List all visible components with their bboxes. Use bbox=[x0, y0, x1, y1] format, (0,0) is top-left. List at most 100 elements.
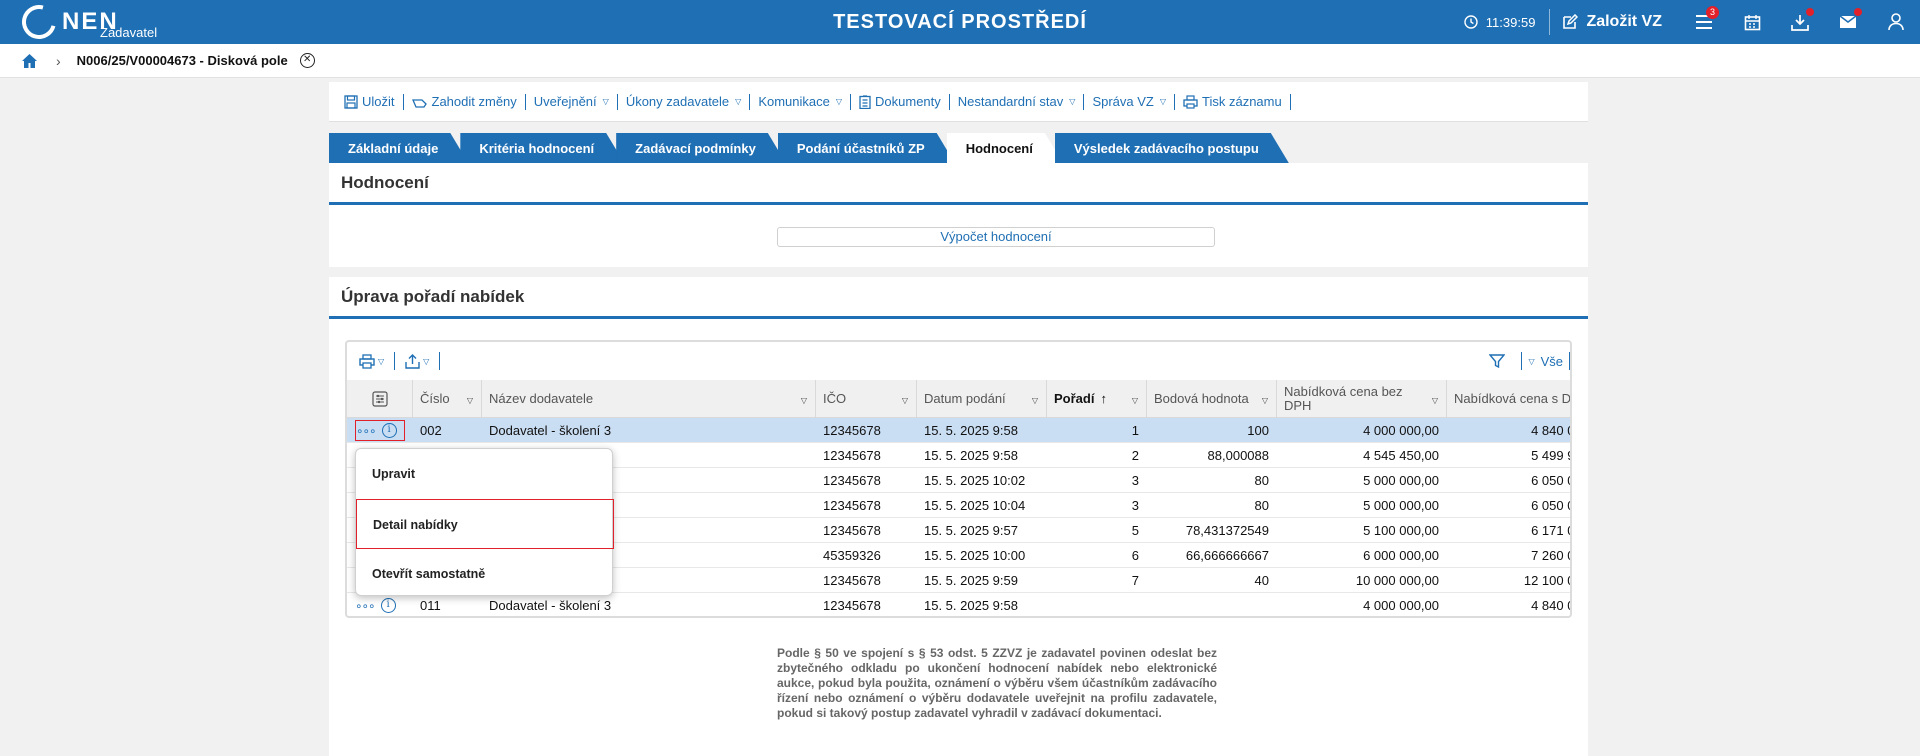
cell-ico: 12345678 bbox=[823, 598, 881, 613]
grid-print-button[interactable]: ▽ bbox=[355, 353, 388, 369]
table-row[interactable]: ∘∘∘ i 002 Dodavatel - školení 3 12345678 15. … bbox=[347, 418, 1570, 443]
publish-menu[interactable]: Uveřejnění ▽ bbox=[526, 94, 617, 109]
menu-item-edit[interactable]: Upravit bbox=[356, 449, 614, 499]
column-label: Nabídková cena bez DPH bbox=[1284, 384, 1403, 413]
menu-button[interactable]: 3 bbox=[1680, 0, 1728, 44]
home-icon[interactable] bbox=[21, 53, 38, 69]
contracting-actions-menu[interactable]: Úkony zadavatele ▽ bbox=[618, 94, 750, 109]
caret-down-icon: ▽ bbox=[1069, 97, 1076, 106]
cell-rank: 2 bbox=[1131, 448, 1139, 463]
communication-label: Komunikace bbox=[758, 94, 830, 109]
cell-ico: 12345678 bbox=[823, 473, 881, 488]
grid-export-button[interactable]: ▽ bbox=[401, 353, 433, 369]
export-icon bbox=[405, 353, 420, 369]
vz-management-menu[interactable]: Správa VZ ▽ bbox=[1084, 94, 1174, 109]
cell-price-with-vat: 6 171 000,00 bbox=[1531, 523, 1570, 538]
info-icon[interactable]: i bbox=[380, 598, 396, 613]
communication-menu[interactable]: Komunikace ▽ bbox=[750, 94, 850, 109]
cell-rank: 5 bbox=[1131, 523, 1139, 538]
print-record-button[interactable]: Tisk záznamu bbox=[1175, 94, 1290, 109]
info-icon[interactable]: i bbox=[381, 423, 397, 438]
messages-button[interactable] bbox=[1824, 0, 1872, 44]
filter-icon[interactable] bbox=[1489, 353, 1506, 369]
column-header-supplier-name[interactable]: Název dodavatele ▽ bbox=[482, 380, 816, 418]
row-context-menu: Upravit Detail nabídky Otevřít samostatn… bbox=[355, 448, 614, 599]
menu-item-open-separately[interactable]: Otevřít samostatně bbox=[356, 549, 614, 599]
cell-price-with-vat: 4 840 000,00 bbox=[1531, 423, 1570, 438]
close-icon[interactable]: ✕ bbox=[299, 53, 315, 68]
column-header-ico[interactable]: IČO ▽ bbox=[816, 380, 917, 418]
filter-caret-icon: ▽ bbox=[1431, 396, 1438, 405]
column-label: Číslo bbox=[420, 391, 450, 406]
column-label: Bodová hodnota bbox=[1154, 391, 1249, 406]
cell-rank: 1 bbox=[1131, 423, 1139, 438]
create-vz-button[interactable]: Založit VZ bbox=[1550, 13, 1680, 31]
tab-basic-data[interactable]: Základní údaje bbox=[329, 133, 468, 163]
tab-evaluation[interactable]: Hodnocení bbox=[947, 133, 1063, 163]
discard-icon bbox=[411, 98, 427, 108]
user-button[interactable] bbox=[1872, 0, 1920, 44]
cell-price-with-vat: 5 499 994,50 bbox=[1531, 448, 1570, 463]
clock-icon bbox=[1464, 15, 1478, 29]
column-label: Pořadí bbox=[1054, 391, 1095, 406]
cell-price-with-vat: 12 100 000,00 bbox=[1523, 573, 1570, 588]
column-header-price-with-vat[interactable]: Nabídková cena s DPH bbox=[1447, 380, 1570, 418]
discard-changes-button[interactable]: Zahodit změny bbox=[404, 94, 525, 109]
column-header-score[interactable]: Bodová hodnota ▽ bbox=[1147, 380, 1277, 418]
cell-price-without-vat: 6 000 000,00 bbox=[1363, 548, 1439, 563]
cell-price-without-vat: 4 000 000,00 bbox=[1363, 598, 1439, 613]
cell-score: 88,000088 bbox=[1207, 448, 1269, 463]
row-actions: ∘∘∘ i bbox=[355, 420, 405, 441]
column-label: IČO bbox=[823, 391, 847, 406]
action-toolbar: Uložit Zahodit změny Uveřejnění ▽ Úkony z… bbox=[329, 82, 1588, 122]
non-standard-state-menu[interactable]: Nestandardní stav ▽ bbox=[950, 94, 1084, 109]
documents-button[interactable]: Dokumenty bbox=[851, 94, 949, 109]
column-header-number[interactable]: Číslo ▽ bbox=[413, 380, 482, 418]
tab-procedure-result[interactable]: Výsledek zadávacího postupu bbox=[1055, 133, 1289, 163]
menu-badge: 3 bbox=[1706, 6, 1719, 19]
sort-ascending-icon: ↑ bbox=[1100, 391, 1107, 406]
calendar-icon bbox=[1744, 14, 1760, 30]
filter-all-dropdown[interactable]: ▽ Vše bbox=[1528, 354, 1563, 369]
calendar-button[interactable] bbox=[1728, 0, 1776, 44]
caret-down-icon: ▽ bbox=[378, 356, 385, 366]
documents-label: Dokumenty bbox=[875, 94, 941, 109]
caret-down-icon: ▽ bbox=[602, 97, 609, 106]
cell-score: 80 bbox=[1254, 473, 1269, 488]
column-header-rank[interactable]: Pořadí ↑ ▽ bbox=[1047, 380, 1147, 418]
save-label: Uložit bbox=[362, 94, 395, 109]
download-alert-dot bbox=[1806, 8, 1814, 16]
cell-price-with-vat: 6 050 000,00 bbox=[1531, 473, 1570, 488]
menu-item-offer-detail[interactable]: Detail nabídky bbox=[356, 499, 614, 549]
cell-ico: 12345678 bbox=[823, 573, 881, 588]
cell-ico: 45359326 bbox=[823, 548, 881, 563]
section-tabs: Základní údaje Kritéria hodnocení Zadáva… bbox=[329, 133, 1281, 163]
grid-toolbar-divider bbox=[439, 352, 441, 370]
column-header-price-without-vat[interactable]: Nabídková cena bez DPH ▽ bbox=[1277, 380, 1447, 418]
user-icon bbox=[1888, 13, 1904, 31]
tab-evaluation-criteria[interactable]: Kritéria hodnocení bbox=[460, 133, 624, 163]
discard-label: Zahodit změny bbox=[431, 94, 517, 109]
more-options-icon[interactable]: ∘∘∘ bbox=[355, 599, 376, 613]
tab-participant-submissions[interactable]: Podání účastníků ZP bbox=[778, 133, 955, 163]
column-header-submission-date[interactable]: Datum podání ▽ bbox=[917, 380, 1047, 418]
cell-rank: 6 bbox=[1131, 548, 1139, 563]
download-button[interactable] bbox=[1776, 0, 1824, 44]
caret-down-icon: ▽ bbox=[423, 356, 430, 366]
grid-toolbar-divider bbox=[394, 352, 396, 370]
clock-time: 11:39:59 bbox=[1485, 14, 1536, 30]
cell-price-with-vat: 7 260 000,00 bbox=[1531, 548, 1570, 563]
breadcrumb: › N006/25/V00004673 - Disková pole ✕ bbox=[0, 44, 1920, 78]
caret-down-icon: ▽ bbox=[1159, 97, 1167, 106]
cell-score: 40 bbox=[1254, 573, 1269, 588]
tab-tender-conditions[interactable]: Zadávací podmínky bbox=[616, 133, 786, 163]
save-icon bbox=[344, 94, 358, 109]
calculate-evaluation-button[interactable]: Výpočet hodnocení bbox=[777, 227, 1215, 247]
evaluation-title: Hodnocení bbox=[329, 163, 1588, 205]
grid-toolbar-divider bbox=[1569, 352, 1570, 370]
more-options-icon[interactable]: ∘∘∘ bbox=[356, 424, 377, 438]
breadcrumb-current[interactable]: N006/25/V00004673 - Disková pole bbox=[77, 53, 288, 68]
cell-score: 100 bbox=[1247, 423, 1269, 438]
column-settings-header[interactable] bbox=[347, 380, 413, 418]
save-button[interactable]: Uložit bbox=[336, 94, 403, 109]
